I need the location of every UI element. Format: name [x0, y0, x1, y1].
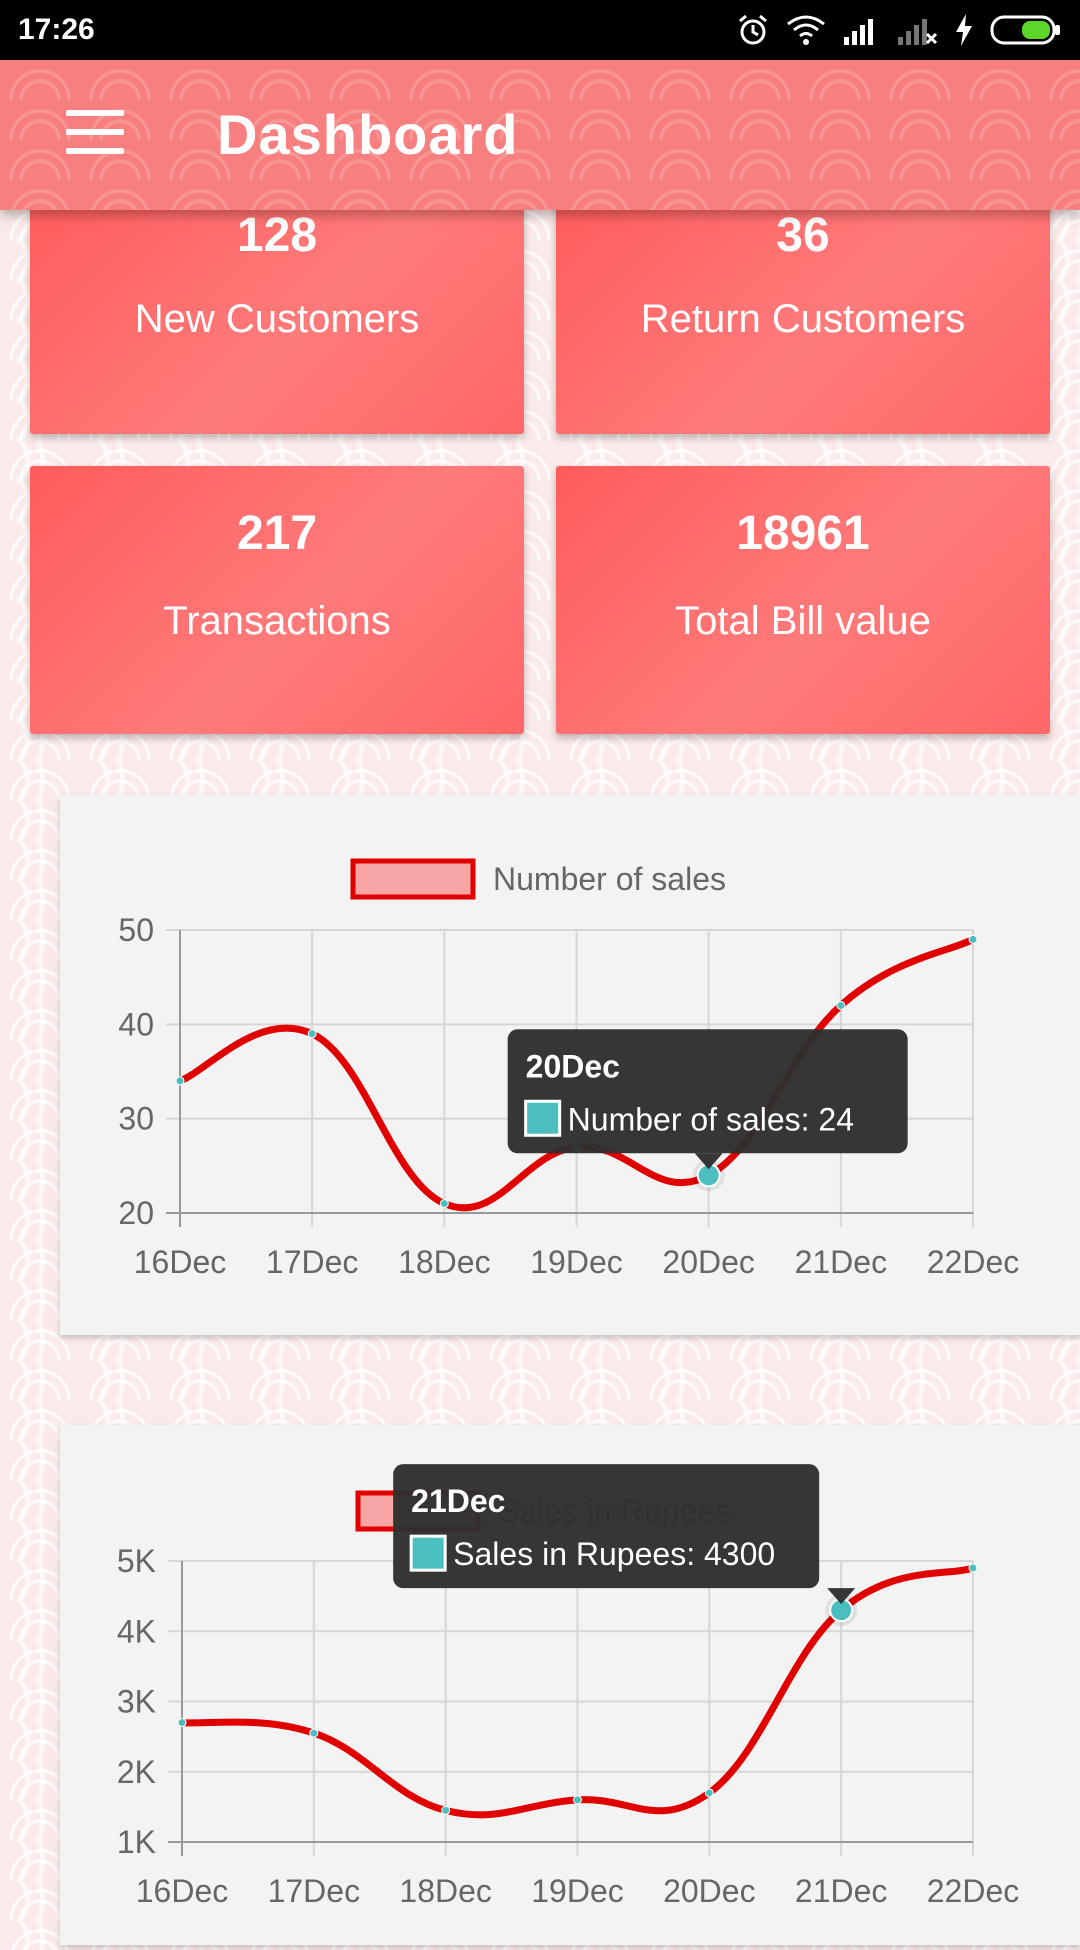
app-bar: Dashboard	[0, 60, 1080, 210]
y-tick-label: 5K	[117, 1543, 156, 1579]
charging-icon	[956, 14, 972, 46]
signal-icon	[844, 19, 873, 45]
y-tick-label: 30	[118, 1101, 154, 1137]
stat-value: 36	[776, 209, 830, 262]
x-tick-label: 19Dec	[531, 1873, 624, 1909]
stat-card-transactions[interactable]: 217 Transactions	[30, 466, 524, 734]
chart-panel-sales-in-rupees: Sales in Rupees1K2K3K4K5K16Dec17Dec18Dec…	[60, 1425, 1080, 1945]
stat-card-new-customers[interactable]: 128 New Customers	[30, 190, 524, 434]
x-tick-label: 20Dec	[662, 1244, 755, 1280]
hamburger-line	[66, 148, 124, 154]
data-point	[441, 1805, 451, 1815]
x-tick-label: 20Dec	[663, 1873, 756, 1909]
y-tick-label: 40	[118, 1006, 154, 1042]
x-tick-label: 16Dec	[134, 1244, 227, 1280]
stat-value: 217	[236, 507, 318, 560]
stat-value: 18961	[736, 507, 870, 560]
data-point	[307, 1029, 317, 1039]
menu-button[interactable]	[66, 110, 126, 154]
tooltip-text: Sales in Rupees: 4300	[453, 1536, 775, 1572]
x-tick-label: 21Dec	[795, 1244, 888, 1280]
stat-card-total-bill-value[interactable]: 18961 Total Bill value	[556, 466, 1050, 734]
tooltip-swatch	[524, 1099, 562, 1137]
stat-label: New Customers	[134, 297, 420, 341]
data-point	[573, 1795, 582, 1805]
tooltip-title: 20Dec	[526, 1048, 620, 1084]
legend-label: Number of sales	[493, 861, 726, 897]
x-tick-label: 16Dec	[136, 1873, 229, 1909]
status-time: 17:26	[18, 13, 95, 46]
x-tick-label: 17Dec	[268, 1873, 361, 1909]
stat-label: Transactions	[163, 599, 391, 643]
y-tick-label: 3K	[117, 1684, 156, 1720]
x-tick-label: 22Dec	[927, 1873, 1020, 1909]
no-signal-icon	[898, 19, 938, 45]
y-tick-label: 2K	[117, 1754, 156, 1790]
data-point	[968, 934, 978, 944]
number-of-sales-chart[interactable]: Number of sales 20 30 40 50 16Dec 17Dec 18Dec 19…	[60, 795, 1080, 1335]
stat-label: Return Customers	[640, 297, 966, 341]
stat-value: 128	[236, 209, 318, 262]
hamburger-line	[66, 129, 124, 135]
x-tick-label: 18Dec	[399, 1873, 492, 1909]
x-tick-label: 18Dec	[398, 1244, 491, 1280]
data-point	[175, 1076, 185, 1086]
data-point	[704, 1788, 714, 1798]
legend-swatch	[350, 858, 476, 900]
y-tick-label: 20	[118, 1195, 154, 1231]
tooltip-text: Number of sales: 24	[568, 1101, 854, 1137]
y-tick-label: 4K	[117, 1613, 156, 1649]
alarm-icon	[739, 14, 767, 45]
y-tick-label: 1K	[117, 1824, 156, 1860]
chart-panel-number-of-sales: Number of sales 20 30 40 50 16Dec 17Dec 18Dec 19…	[60, 795, 1080, 1335]
tooltip-title: 21Dec	[411, 1483, 505, 1519]
page-title: Dashboard	[217, 103, 519, 166]
hamburger-line	[66, 110, 124, 116]
stat-label: Total Bill value	[675, 599, 931, 643]
data-point	[439, 1199, 449, 1209]
data-point	[968, 1563, 978, 1573]
status-bar: 17:26	[0, 0, 1080, 60]
stat-card-return-customers[interactable]: 36 Return Customers	[556, 190, 1050, 434]
y-tick-label: 50	[118, 912, 154, 948]
data-point	[836, 1000, 846, 1010]
x-tick-label: 17Dec	[266, 1244, 359, 1280]
x-tick-label: 19Dec	[530, 1244, 623, 1280]
wifi-icon	[787, 15, 825, 45]
x-tick-label: 22Dec	[927, 1244, 1020, 1280]
x-tick-label: 21Dec	[795, 1873, 888, 1909]
status-icons	[736, 13, 1062, 47]
battery-icon	[990, 15, 1060, 45]
data-point	[177, 1718, 187, 1728]
sales-in-rupees-chart[interactable]: Sales in Rupees1K2K3K4K5K16Dec17Dec18Dec…	[60, 1425, 1080, 1945]
tooltip-swatch	[409, 1534, 447, 1572]
data-point	[309, 1728, 319, 1738]
